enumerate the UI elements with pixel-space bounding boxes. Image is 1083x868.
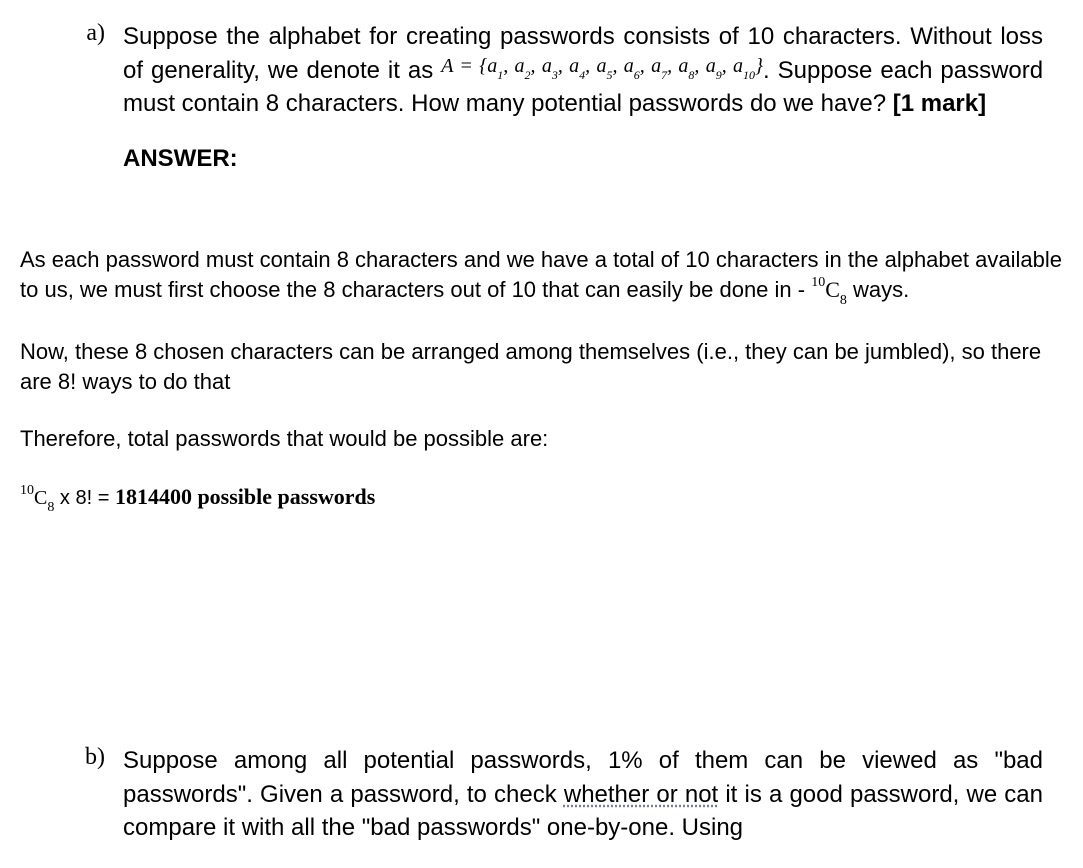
answer-a-comb1-sub: 8: [840, 293, 847, 308]
question-a-mark: [1 mark]: [893, 90, 986, 117]
question-a-marker: a): [20, 20, 123, 47]
question-b-underlined: whether or not: [564, 781, 718, 808]
answer-a-para1: As each password must contain 8 characte…: [20, 245, 1063, 309]
answer-a-comb1-sup: 10: [811, 275, 825, 290]
question-a-content: Suppose the alphabet for creating passwo…: [123, 20, 1063, 193]
question-a-text: Suppose the alphabet for creating passwo…: [123, 20, 1043, 121]
question-a-math-set: A = {a1, a2, a3, a4, a5, a6, a7, a8, a9,…: [441, 55, 763, 77]
answer-a-para1-part2: ways.: [847, 277, 909, 302]
question-b-content: Suppose among all potential passwords, 1…: [123, 744, 1063, 845]
spacer: [20, 544, 1063, 744]
answer-a-comb1: 10C8: [811, 277, 847, 302]
answer-a-para3: Therefore, total passwords that would be…: [20, 424, 1063, 454]
answer-a-comb2-main: C: [34, 487, 47, 509]
question-b-marker: b): [20, 744, 123, 771]
answer-a-final-times: x 8! =: [54, 487, 115, 509]
question-a-section: a) Suppose the alphabet for creating pas…: [20, 20, 1063, 193]
answer-a-para2: Now, these 8 chosen characters can be ar…: [20, 337, 1063, 396]
answer-a-final: 10C8 x 8! = 1814400 possible passwords: [20, 482, 1063, 516]
answer-a-comb2-sup: 10: [20, 483, 34, 498]
answer-a-block: As each password must contain 8 characte…: [20, 233, 1063, 516]
question-b-section: b) Suppose among all potential passwords…: [20, 744, 1063, 845]
answer-a-comb2-sub: 8: [47, 500, 54, 515]
question-b-item: b) Suppose among all potential passwords…: [20, 744, 1063, 845]
answer-a-label: ANSWER:: [123, 145, 1043, 173]
answer-a-comb2: 10C8: [20, 487, 54, 509]
question-b-text: Suppose among all potential passwords, 1…: [123, 744, 1043, 845]
question-a-item: a) Suppose the alphabet for creating pas…: [20, 20, 1063, 193]
answer-a-comb1-main: C: [825, 277, 840, 302]
answer-a-final-result: 1814400 possible passwords: [115, 484, 375, 509]
